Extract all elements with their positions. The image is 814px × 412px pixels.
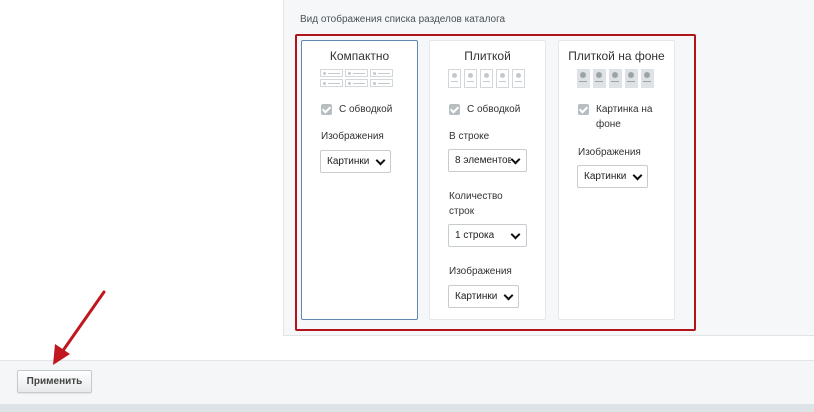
annotation-arrow-icon xyxy=(53,290,106,365)
